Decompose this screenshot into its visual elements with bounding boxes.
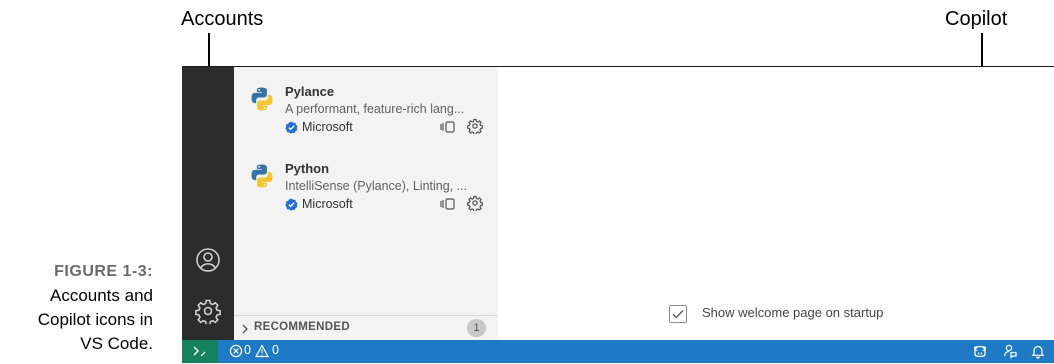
figure-caption: FIGURE 1-3: Accounts and Copilot icons i… [0, 260, 153, 356]
copilot-callout-label: Copilot [945, 8, 1008, 30]
extension-item-python[interactable]: Python IntelliSense (Pylance), Linting, … [249, 161, 499, 217]
extension-gear-icon[interactable] [466, 118, 484, 136]
error-count[interactable]: 0 [244, 343, 251, 357]
editor-area [498, 67, 1054, 340]
caption-line-3: VS Code. [80, 334, 153, 353]
warning-count[interactable]: 0 [272, 343, 279, 357]
extension-publisher: Microsoft [302, 120, 353, 134]
feedback-icon[interactable] [1002, 343, 1018, 359]
manage-gear-icon[interactable] [195, 298, 221, 326]
recommended-count-badge: 1 [467, 319, 486, 337]
extension-item-pylance[interactable]: Pylance A performant, feature-rich lang.… [249, 84, 499, 140]
extension-description: A performant, feature-rich lang... [285, 102, 465, 116]
extension-publisher: Microsoft [302, 197, 353, 211]
sync-ignored-icon[interactable] [440, 197, 456, 211]
verified-icon [285, 121, 298, 134]
copilot-icon[interactable] [972, 343, 988, 359]
remote-icon [192, 343, 208, 359]
caption-line-2: Copilot icons in [37, 310, 153, 329]
welcome-checkbox[interactable] [669, 305, 687, 323]
extension-gear-icon[interactable] [466, 195, 484, 213]
verified-icon [285, 198, 298, 211]
status-bar [182, 340, 1054, 363]
bell-icon[interactable] [1030, 343, 1046, 359]
python-logo-icon [249, 163, 275, 189]
error-icon[interactable] [228, 343, 244, 359]
accounts-icon[interactable] [195, 247, 221, 273]
extension-description: IntelliSense (Pylance), Linting, ... [285, 179, 468, 193]
extension-name: Python [285, 161, 330, 176]
sync-ignored-icon[interactable] [440, 120, 456, 134]
caption-line-1: Accounts and [49, 286, 153, 305]
recommended-label: RECOMMENDED [254, 321, 350, 333]
python-logo-icon [249, 86, 275, 112]
accounts-callout-label: Accounts [181, 8, 264, 30]
chevron-right-icon [240, 322, 250, 334]
extension-name: Pylance [285, 84, 335, 99]
welcome-checkbox-label[interactable]: Show welcome page on startup [702, 305, 883, 320]
warning-icon[interactable] [254, 343, 270, 359]
remote-indicator[interactable] [182, 340, 218, 363]
figure-number: FIGURE 1-3: [54, 263, 153, 280]
recommended-section-header[interactable]: RECOMMENDED 1 [234, 315, 498, 341]
